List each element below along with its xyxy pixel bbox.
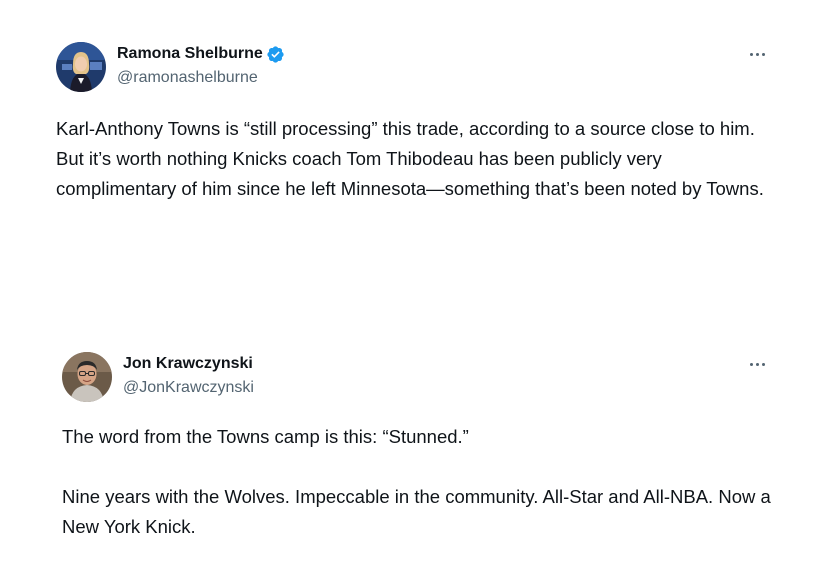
verified-badge-icon (266, 45, 285, 64)
avatar-photo-woman-icon (56, 42, 106, 92)
author-names: Ramona Shelburne @ramonashelburne (117, 44, 285, 88)
tweet-text-paragraph: The word from the Towns camp is this: “S… (62, 426, 469, 447)
avatar[interactable] (56, 42, 106, 92)
author-display-name[interactable]: Jon Krawczynski (123, 354, 253, 374)
tweet-ramona-shelburne[interactable]: Ramona Shelburne @ramonashelburne Karl-A… (40, 28, 785, 238)
avatar-photo-man-icon (62, 352, 112, 402)
avatar[interactable] (62, 352, 112, 402)
tweet-header: Ramona Shelburne @ramonashelburne (40, 28, 785, 92)
display-name-row: Jon Krawczynski (123, 354, 254, 374)
tweet-text: Karl-Anthony Towns is “still processing”… (56, 114, 776, 204)
author-names: Jon Krawczynski @JonKrawczynski (123, 354, 254, 398)
tweet-text-paragraph: Karl-Anthony Towns is “still processing”… (56, 118, 764, 199)
tweet-text-paragraph: Nine years with the Wolves. Impeccable i… (62, 486, 771, 537)
more-horizontal-icon[interactable] (744, 354, 770, 374)
tweet-jon-krawczynski[interactable]: Jon Krawczynski @JonKrawczynski The word… (46, 338, 786, 548)
author-handle[interactable]: @JonKrawczynski (123, 378, 254, 398)
author-handle[interactable]: @ramonashelburne (117, 68, 285, 88)
author-display-name[interactable]: Ramona Shelburne (117, 44, 263, 64)
more-horizontal-icon[interactable] (744, 44, 770, 64)
tweet-header: Jon Krawczynski @JonKrawczynski (46, 338, 786, 402)
display-name-row: Ramona Shelburne (117, 44, 285, 64)
tweet-text: The word from the Towns camp is this: “S… (62, 422, 777, 542)
